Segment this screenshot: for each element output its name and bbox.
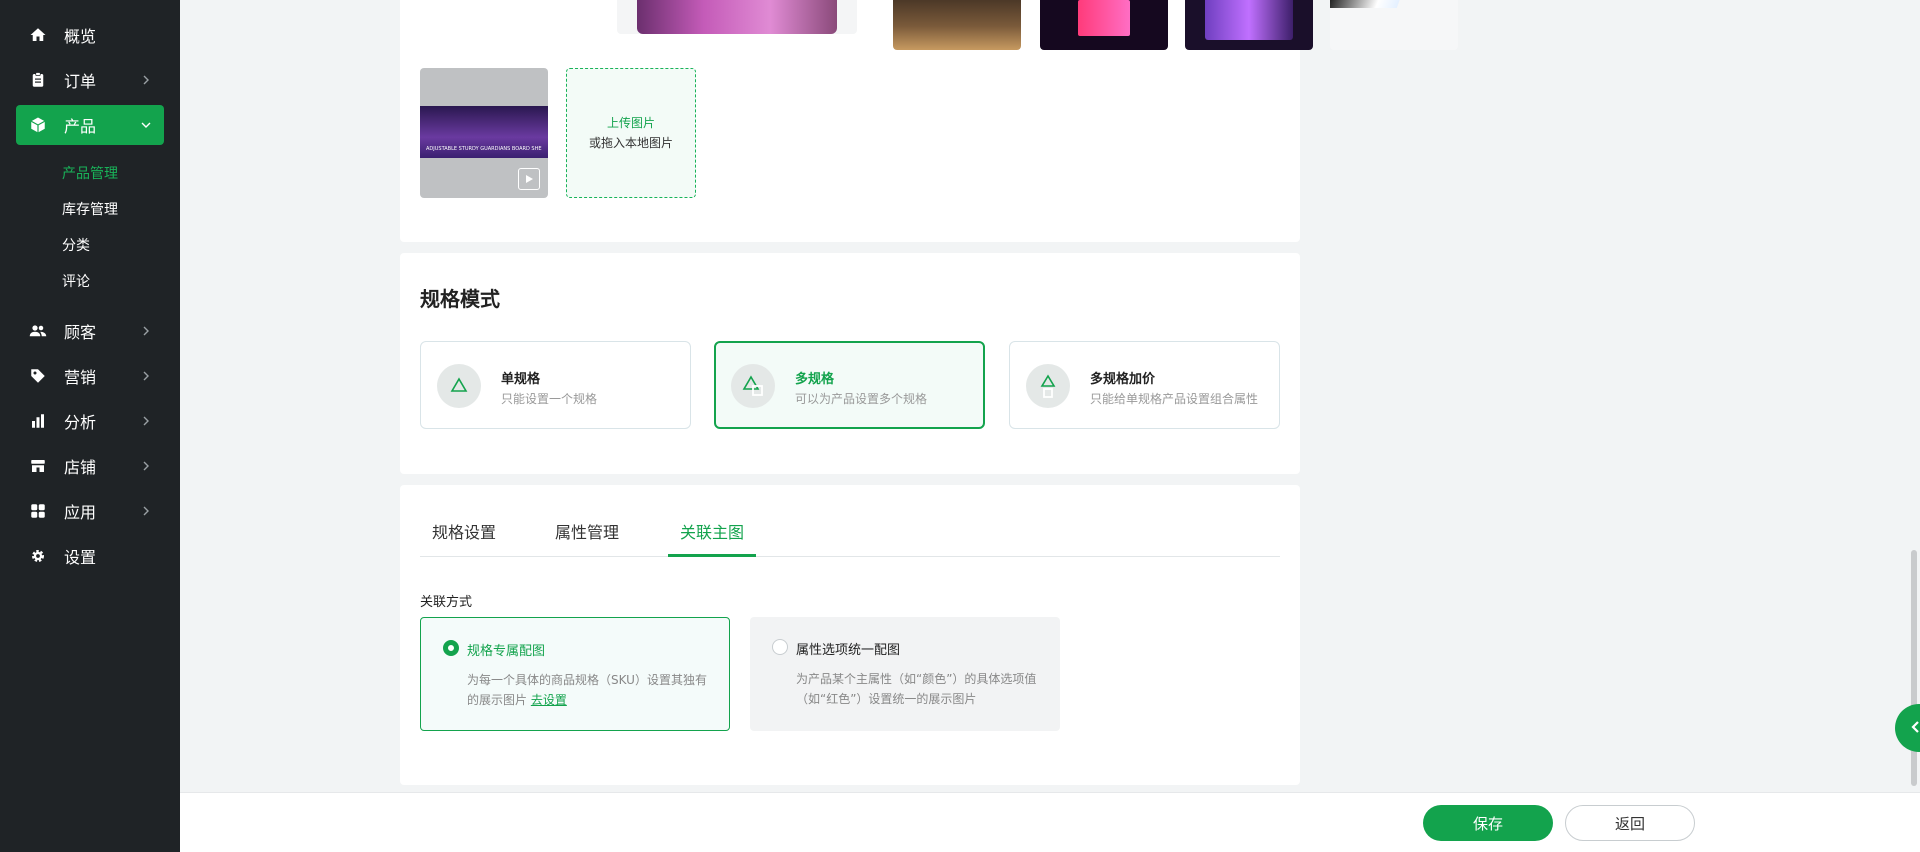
product-image-thumb[interactable] (1330, 0, 1458, 50)
home-icon (28, 25, 48, 45)
product-video-thumb[interactable]: ADJUSTABLE STURDY GUARDIANS BOARD SHELF (420, 68, 548, 198)
triangle-square-icon (731, 364, 775, 408)
chevron-down-icon (138, 117, 154, 133)
spec-option-name: 多规格加价 (1090, 372, 1156, 387)
association-option-desc-text: 为每一个具体的商品规格（SKU）设置其独有的展示图片 (467, 673, 707, 707)
sidebar-item-store[interactable]: 店铺 (16, 446, 164, 486)
product-image-thumb[interactable] (893, 0, 1021, 50)
spec-tabs: 规格设置 属性管理 关联主图 (420, 507, 1280, 557)
upload-primary-text: 上传图片 (606, 116, 655, 130)
chevron-left-icon (1909, 719, 1920, 738)
association-option-name: 属性选项统一配图 (796, 643, 901, 658)
save-button[interactable]: 保存 (1423, 805, 1553, 841)
spec-option-name: 多规格 (795, 372, 835, 387)
spec-settings-card: 规格设置 属性管理 关联主图 关联方式 规格专属配图 为每一个具体的商品规格（S… (400, 485, 1300, 785)
sidebar-item-label: 顾客 (64, 323, 97, 342)
sidebar-item-label: 设置 (64, 548, 97, 567)
bar-chart-icon (28, 411, 48, 431)
play-icon (518, 168, 540, 190)
go-setup-link[interactable]: 去设置 (531, 693, 567, 707)
sidebar-item-label: 产品 (64, 117, 97, 136)
media-card: ADJUSTABLE STURDY GUARDIANS BOARD SHELF … (400, 0, 1458, 242)
sidebar-item-customers[interactable]: 顾客 (16, 311, 164, 351)
radio-selected[interactable] (443, 640, 459, 656)
products-submenu: 产品管理 库存管理 分类 评论 (0, 150, 180, 306)
chevron-right-icon (138, 413, 154, 429)
back-button[interactable]: 返回 (1565, 805, 1695, 841)
sidebar-subitem-product-management[interactable]: 产品管理 (62, 156, 180, 192)
association-label: 关联方式 (420, 595, 473, 610)
association-option-sku[interactable]: 规格专属配图 为每一个具体的商品规格（SKU）设置其独有的展示图片 去设置 (420, 617, 730, 731)
sidebar-item-settings[interactable]: 设置 (16, 536, 164, 576)
upload-secondary-text: 或拖入本地图片 (588, 136, 673, 150)
product-image-thumb[interactable] (1040, 0, 1168, 50)
association-option-desc: 为每一个具体的商品规格（SKU）设置其独有的展示图片 去设置 (467, 670, 717, 710)
sidebar-item-label: 营销 (64, 368, 97, 387)
video-caption: ADJUSTABLE STURDY GUARDIANS BOARD SHELF (426, 146, 542, 152)
main-content: ADJUSTABLE STURDY GUARDIANS BOARD SHELF … (180, 0, 1920, 852)
spec-option-single[interactable]: 单规格 只能设置一个规格 (420, 341, 691, 429)
chevron-right-icon (138, 503, 154, 519)
sidebar-item-label: 概览 (64, 27, 97, 46)
spec-mode-card: 规格模式 单规格 只能设置一个规格 多规格 可以为产品设置多个规格 多规格加价 … (400, 253, 1300, 474)
upload-dropzone[interactable]: 上传图片 或拖入本地图片 (566, 68, 696, 198)
clipboard-icon (28, 70, 48, 90)
association-option-desc: 为产品某个主属性（如“颜色”）的具体选项值（如“红色”）设置统一的展示图片 (796, 672, 1037, 706)
chevron-right-icon (138, 72, 154, 88)
association-option-attribute[interactable]: 属性选项统一配图 为产品某个主属性（如“颜色”）的具体选项值（如“红色”）设置统… (750, 617, 1060, 731)
sidebar-item-apps[interactable]: 应用 (16, 491, 164, 531)
sidebar-item-label: 应用 (64, 503, 97, 522)
tab-attribute-management[interactable]: 属性管理 (555, 519, 619, 543)
chevron-right-icon (138, 323, 154, 339)
spec-option-multi[interactable]: 多规格 可以为产品设置多个规格 (714, 341, 985, 429)
tab-active-indicator (668, 554, 756, 557)
spec-mode-title: 规格模式 (420, 287, 500, 311)
spec-option-multi-price[interactable]: 多规格加价 只能给单规格产品设置组合属性 (1009, 341, 1280, 429)
triangle-icon (437, 364, 481, 408)
app-root: 概览 订单 产品 产品管理 库存管理 分类 评论 顾客 营销 分析 店铺 应用 … (0, 0, 1920, 852)
box-icon (28, 115, 48, 135)
spec-option-desc: 可以为产品设置多个规格 (795, 392, 928, 406)
sidebar: 概览 订单 产品 产品管理 库存管理 分类 评论 顾客 营销 分析 店铺 应用 … (0, 0, 180, 852)
footer-bar: 保存 返回 (180, 792, 1920, 852)
spec-option-desc: 只能给单规格产品设置组合属性 (1090, 392, 1259, 406)
sidebar-item-label: 订单 (64, 72, 97, 91)
sidebar-item-label: 店铺 (64, 458, 97, 477)
tab-spec-settings[interactable]: 规格设置 (432, 519, 496, 543)
users-icon (28, 321, 48, 341)
sidebar-item-label: 分析 (64, 413, 97, 432)
association-option-name: 规格专属配图 (467, 644, 546, 659)
sidebar-item-overview[interactable]: 概览 (16, 15, 164, 55)
chevron-right-icon (138, 368, 154, 384)
chevron-right-icon (138, 458, 154, 474)
sidebar-subitem-inventory[interactable]: 库存管理 (62, 192, 180, 228)
sidebar-item-products[interactable]: 产品 (16, 105, 164, 145)
tab-linked-main-image[interactable]: 关联主图 (680, 519, 744, 543)
spec-option-desc: 只能设置一个规格 (501, 392, 598, 406)
sidebar-item-orders[interactable]: 订单 (16, 60, 164, 100)
sidebar-subitem-category[interactable]: 分类 (62, 228, 180, 264)
tag-icon (28, 366, 48, 386)
gear-icon (28, 546, 48, 566)
triangle-stack-icon (1026, 364, 1070, 408)
spec-option-name: 单规格 (501, 372, 541, 387)
sidebar-item-marketing[interactable]: 营销 (16, 356, 164, 396)
sidebar-subitem-reviews[interactable]: 评论 (62, 264, 180, 300)
product-image-thumb[interactable] (1185, 0, 1313, 50)
radio-unselected[interactable] (772, 639, 788, 655)
product-image-thumb[interactable] (617, 0, 857, 34)
store-icon (28, 456, 48, 476)
apps-icon (28, 501, 48, 521)
sidebar-item-analytics[interactable]: 分析 (16, 401, 164, 441)
